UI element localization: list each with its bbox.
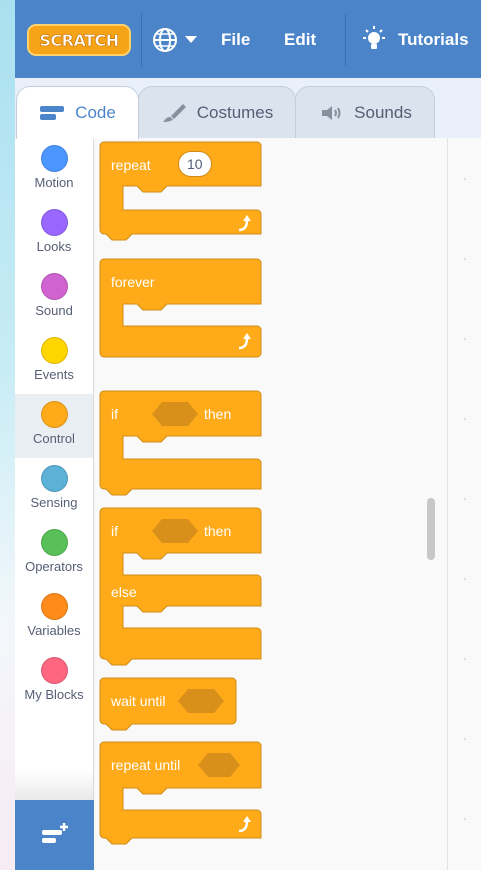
grid-dot — [464, 658, 466, 660]
category-my-blocks[interactable]: My Blocks — [15, 650, 93, 714]
tab-label: Sounds — [354, 102, 412, 122]
category-label: Sensing — [30, 495, 78, 510]
palette-scrollbar[interactable] — [427, 498, 435, 560]
category-variables[interactable]: Variables — [15, 586, 93, 650]
menu-separator — [141, 14, 142, 66]
looks-color-dot — [40, 209, 68, 236]
my-blocks-color-dot — [40, 657, 68, 684]
forever-label: forever — [111, 274, 155, 290]
wait-until-label: wait until — [111, 693, 166, 709]
scratch-logo[interactable]: SCRATCH — [27, 24, 131, 56]
category-motion[interactable]: Motion — [15, 138, 93, 202]
grid-dot — [464, 498, 466, 500]
editor-tabs: Code Costumes Sounds — [15, 78, 481, 139]
if-label: if — [111, 406, 118, 422]
category-label: Events — [34, 367, 74, 382]
menu-bar: SCRATCH File Edit Tutorials — [15, 0, 481, 78]
category-control[interactable]: Control — [15, 394, 93, 458]
category-label: Variables — [27, 623, 81, 638]
tab-label: Costumes — [196, 102, 274, 122]
speaker-icon — [322, 105, 341, 120]
grid-dot — [464, 258, 466, 260]
tab-sounds[interactable]: Sounds — [295, 86, 435, 138]
file-menu[interactable]: File — [221, 30, 250, 50]
category-sound[interactable]: Sound — [15, 266, 93, 330]
events-color-dot — [40, 337, 68, 364]
add-extension-button[interactable] — [15, 800, 94, 870]
variables-color-dot — [40, 593, 68, 620]
grid-dot — [464, 818, 466, 820]
category-fade — [15, 770, 93, 800]
category-looks[interactable]: Looks — [15, 202, 93, 266]
code-icon — [40, 106, 65, 120]
chevron-down-icon[interactable] — [185, 36, 197, 43]
menu-separator — [345, 14, 346, 66]
category-label: My Blocks — [24, 687, 84, 702]
repeat-until-label: repeat until — [111, 757, 181, 773]
code-workspace[interactable] — [447, 138, 481, 870]
category-operators[interactable]: Operators — [15, 522, 93, 586]
repeat-label: repeat — [111, 157, 151, 173]
grid-dot — [464, 338, 466, 340]
tutorials-button[interactable]: Tutorials — [398, 30, 469, 50]
category-menu: Motion Looks Sound Events Control Sensin… — [15, 138, 94, 800]
category-label: Motion — [34, 175, 74, 190]
block-palette: repeat 10 forever if then if then else w… — [94, 138, 448, 870]
add-extension-icon — [41, 823, 68, 843]
grid-dot — [464, 578, 466, 580]
paintbrush-icon — [162, 103, 186, 122]
category-label: Operators — [25, 559, 83, 574]
grid-dot — [464, 178, 466, 180]
tab-code[interactable]: Code — [16, 86, 139, 139]
motion-color-dot — [40, 145, 68, 172]
sensing-color-dot — [40, 465, 68, 492]
lightbulb-icon[interactable] — [361, 25, 387, 55]
category-label: Looks — [36, 239, 72, 254]
else-label: else — [111, 584, 137, 600]
globe-icon[interactable] — [152, 27, 178, 53]
control-color-dot — [40, 401, 68, 428]
repeat-count-input[interactable]: 10 — [178, 151, 212, 177]
grid-dot — [464, 738, 466, 740]
category-events[interactable]: Events — [15, 330, 93, 394]
sound-color-dot — [40, 273, 68, 300]
operators-color-dot — [40, 529, 68, 556]
category-label: Sound — [35, 303, 73, 318]
grid-dot — [464, 418, 466, 420]
edit-menu[interactable]: Edit — [284, 30, 316, 50]
then-label: then — [204, 523, 232, 539]
then-label: then — [204, 406, 232, 422]
scratch-editor-window: SCRATCH File Edit Tutorials Code Costume… — [15, 0, 481, 870]
category-sensing[interactable]: Sensing — [15, 458, 93, 522]
category-label: Control — [33, 431, 75, 446]
tab-costumes[interactable]: Costumes — [138, 86, 296, 138]
tab-label: Code — [75, 103, 116, 122]
if-label: if — [111, 523, 118, 539]
